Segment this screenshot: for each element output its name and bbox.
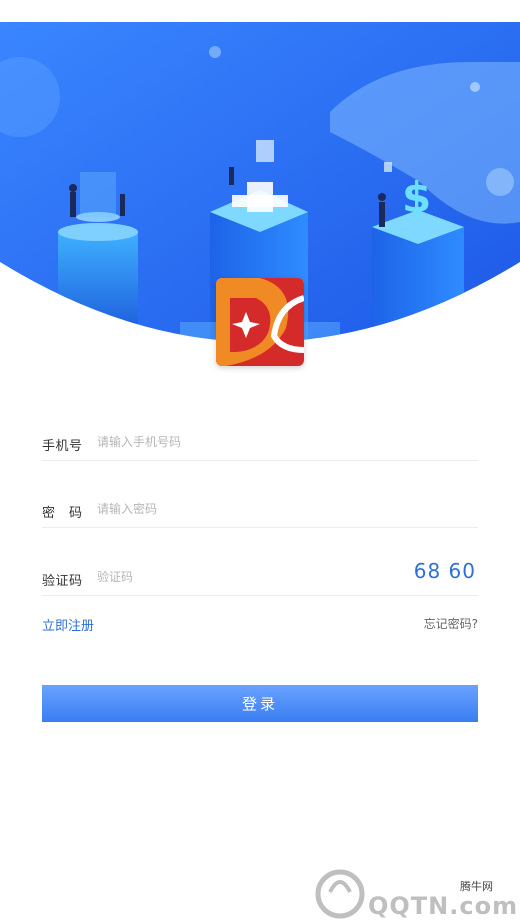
app-logo-mark bbox=[216, 278, 304, 366]
code-input[interactable] bbox=[97, 565, 357, 589]
code-field-row: 验证码 68 60 bbox=[42, 559, 478, 596]
password-input[interactable] bbox=[97, 497, 417, 521]
app-logo-icon bbox=[216, 278, 304, 366]
watermark-logo-icon bbox=[315, 869, 365, 919]
password-field-row: 密 码 bbox=[42, 497, 478, 528]
phone-label: 手机号 bbox=[42, 439, 83, 454]
phone-input[interactable] bbox=[97, 430, 417, 454]
watermark-text: QQTN.com bbox=[368, 892, 519, 920]
phone-field-row: 手机号 bbox=[42, 430, 478, 461]
password-label: 密 码 bbox=[42, 506, 83, 521]
login-button[interactable]: 登录 bbox=[42, 685, 478, 722]
forgot-password-link[interactable]: 忘记密码? bbox=[424, 615, 478, 632]
watermark: 腾牛网 QQTN.com bbox=[310, 862, 520, 922]
register-link[interactable]: 立即注册 bbox=[42, 615, 94, 634]
code-label: 验证码 bbox=[42, 574, 83, 589]
svg-text:$: $ bbox=[402, 173, 431, 222]
captcha-image[interactable]: 68 60 bbox=[414, 559, 476, 583]
